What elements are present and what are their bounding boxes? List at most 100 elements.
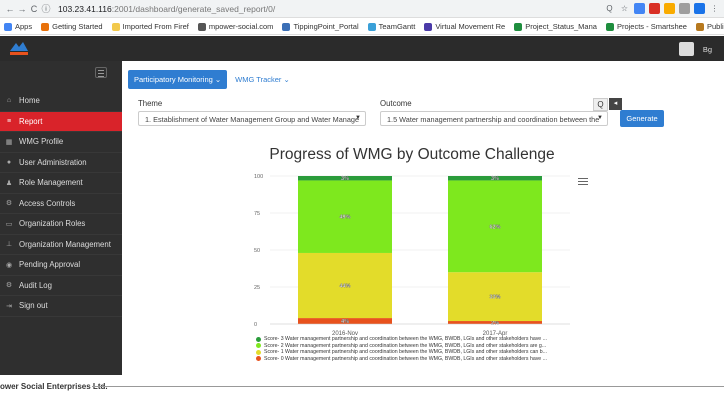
extension-icons: Q ☆ ⋮ [604, 3, 720, 14]
url-field[interactable]: 103.23.41.116:2001/dashboard/generate_sa… [58, 4, 604, 14]
sidebar-item-label: Report [19, 116, 43, 126]
sidebar-item-audit-log[interactable]: ⚙ Audit Log [0, 276, 122, 296]
chart-legend: Score- 3 Water management partnership an… [256, 336, 586, 362]
eye-icon: ◉ [5, 261, 13, 269]
sitemap-icon: ⊥ [5, 241, 13, 249]
user-menu-label[interactable]: Bg [703, 45, 712, 54]
sidebar-item-pending-approval[interactable]: ◉ Pending Approval [0, 255, 122, 276]
sidebar-item-sign-out[interactable]: ⇥ Sign out [0, 296, 122, 317]
sign-out-icon: ⇥ [6, 302, 12, 310]
search-icon[interactable]: Q [593, 98, 608, 111]
sidebar-item-organization-roles[interactable]: ▭ Organization Roles [0, 214, 122, 235]
legend-item[interactable]: Score- 0 Water management partnership an… [256, 356, 586, 363]
bookmark-item[interactable]: mpower-social.com [197, 22, 273, 31]
generate-button[interactable]: Generate [620, 110, 664, 127]
bookmark-icon [605, 22, 614, 31]
zoom-icon[interactable]: Q [604, 3, 615, 14]
bar-data-label: 3% [491, 176, 499, 182]
chart-menu-icon[interactable] [578, 178, 588, 187]
sidebar: ⌂ Home ≡ Report ▦ WMG Profile ● User Administra… [0, 61, 122, 375]
sidebar-menu: ⌂ Home ≡ Report ▦ WMG Profile ● User Administra… [0, 91, 122, 317]
extension-icon[interactable] [634, 3, 645, 14]
bookmark-item[interactable]: TeamGantt [367, 22, 415, 31]
legend-marker [256, 349, 261, 355]
bookmark-icon [41, 22, 50, 31]
bar-data-label: 49% [339, 215, 350, 221]
sidebar-item-label: Organization Roles [19, 219, 86, 229]
bookmark-label: Apps [15, 22, 33, 31]
report-tabs: Participatory Monitoring ⌄ WMG Tracker ⌄ [128, 70, 290, 89]
outcome-select[interactable]: 1.5 Water management partnership and coo… [380, 111, 608, 126]
legend-item[interactable]: Score- 1 Water management partnership an… [256, 349, 586, 356]
legend-marker [256, 356, 261, 362]
bookmark-label: Project_Status_Mana [525, 22, 597, 31]
legend-item[interactable]: Score- 3 Water management partnership an… [256, 336, 586, 343]
bookmark-icon [514, 22, 523, 31]
sidebar-item-user-administration[interactable]: ● User Administration [0, 153, 122, 173]
sidebar-item-label: Audit Log [19, 280, 52, 290]
sidebar-item-report[interactable]: ≡ Report [0, 111, 122, 132]
bookmark-icon [695, 22, 704, 31]
menu-dots-icon[interactable]: ⋮ [709, 3, 720, 14]
extension-icon[interactable] [664, 3, 675, 14]
url-host: 103.23.41.116 [58, 3, 112, 14]
company-logo[interactable] [8, 39, 30, 58]
tab-participatory-monitoring[interactable]: Participatory Monitoring ⌄ [128, 70, 228, 89]
reload-icon[interactable]: C [28, 4, 40, 14]
user-icon: ● [6, 158, 12, 166]
extension-icon[interactable] [649, 3, 660, 14]
star-icon[interactable]: ☆ [619, 3, 630, 14]
y-tick-label: 75 [254, 211, 260, 217]
grid-icon: ▦ [5, 138, 13, 146]
forward-icon[interactable]: → [16, 4, 28, 14]
extension-icon[interactable] [679, 3, 690, 14]
sidebar-item-label: Pending Approval [19, 260, 81, 270]
bookmark-icon [4, 22, 12, 31]
footer: ower Social Enterprises Ltd. [0, 375, 724, 398]
sidebar-toggle-icon[interactable] [95, 67, 107, 78]
sidebar-item-role-management[interactable]: ♟ Role Management [0, 173, 122, 194]
bookmark-item[interactable]: Getting Started [41, 22, 103, 31]
tab-wmg-tracker[interactable]: WMG Tracker ⌄ [235, 75, 290, 84]
bar-data-label: 3% [341, 176, 349, 182]
url-path: :2001/dashboard/generate_saved_report/0/ [111, 3, 276, 14]
outcome-select-value: 1.5 Water management partnership and coo… [387, 115, 600, 124]
bookmark-item[interactable]: Public Accessibility [695, 22, 724, 31]
bookmark-item[interactable]: Imported From Firef [111, 22, 189, 31]
bookmark-label: Getting Started [52, 22, 103, 31]
briefcase-icon: ▭ [5, 220, 13, 228]
bar-data-label: 44% [339, 284, 350, 290]
sidebar-item-organization-management[interactable]: ⊥ Organization Management [0, 235, 122, 255]
bookmark-item[interactable]: Apps [4, 22, 32, 31]
sidebar-item-home[interactable]: ⌂ Home [0, 91, 122, 112]
bookmark-label: Imported From Firef [122, 22, 189, 31]
legend-item[interactable]: Score- 2 Water management partnership an… [256, 343, 586, 350]
sidebar-item-access-controls[interactable]: ⚙ Access Controls [0, 194, 122, 214]
browser-address-bar: ← → C ⓘ 103.23.41.116:2001/dashboard/gen… [0, 0, 724, 18]
theme-select[interactable]: 1. Establishment of Water Management Gro… [138, 111, 366, 126]
legend-marker [256, 336, 261, 342]
bookmark-item[interactable]: Project_Status_Mana [514, 22, 597, 31]
sidebar-item-wmg-profile[interactable]: ▦ WMG Profile [0, 132, 122, 153]
bar-data-label: 62% [489, 224, 500, 230]
avatar[interactable] [679, 42, 694, 56]
collapse-arrow-icon[interactable]: ◂ [609, 98, 622, 110]
info-icon[interactable]: ⓘ [40, 2, 52, 15]
bookmark-label: Virtual Movement Re [435, 22, 506, 31]
bookmark-item[interactable]: TippingPoint_Portal [282, 22, 359, 31]
bookmark-item[interactable]: Virtual Movement Re [424, 22, 505, 31]
back-icon[interactable]: ← [4, 4, 16, 14]
sidebar-item-label: Sign out [19, 301, 48, 311]
extension-icon[interactable] [694, 3, 705, 14]
gear-icon: ⚙ [5, 282, 13, 290]
app-header: Bg [0, 36, 724, 61]
list-icon: ≡ [6, 117, 12, 125]
bookmark-icon [367, 22, 376, 31]
sidebar-item-label: Role Management [19, 178, 83, 188]
users-icon: ♟ [5, 179, 13, 187]
footer-divider [92, 386, 724, 387]
bookmark-item[interactable]: Projects - Smartshee [605, 22, 687, 31]
main-content: Participatory Monitoring ⌄ WMG Tracker ⌄… [122, 61, 724, 375]
bookmark-icon [424, 22, 433, 31]
gears-icon: ⚙ [5, 200, 13, 208]
